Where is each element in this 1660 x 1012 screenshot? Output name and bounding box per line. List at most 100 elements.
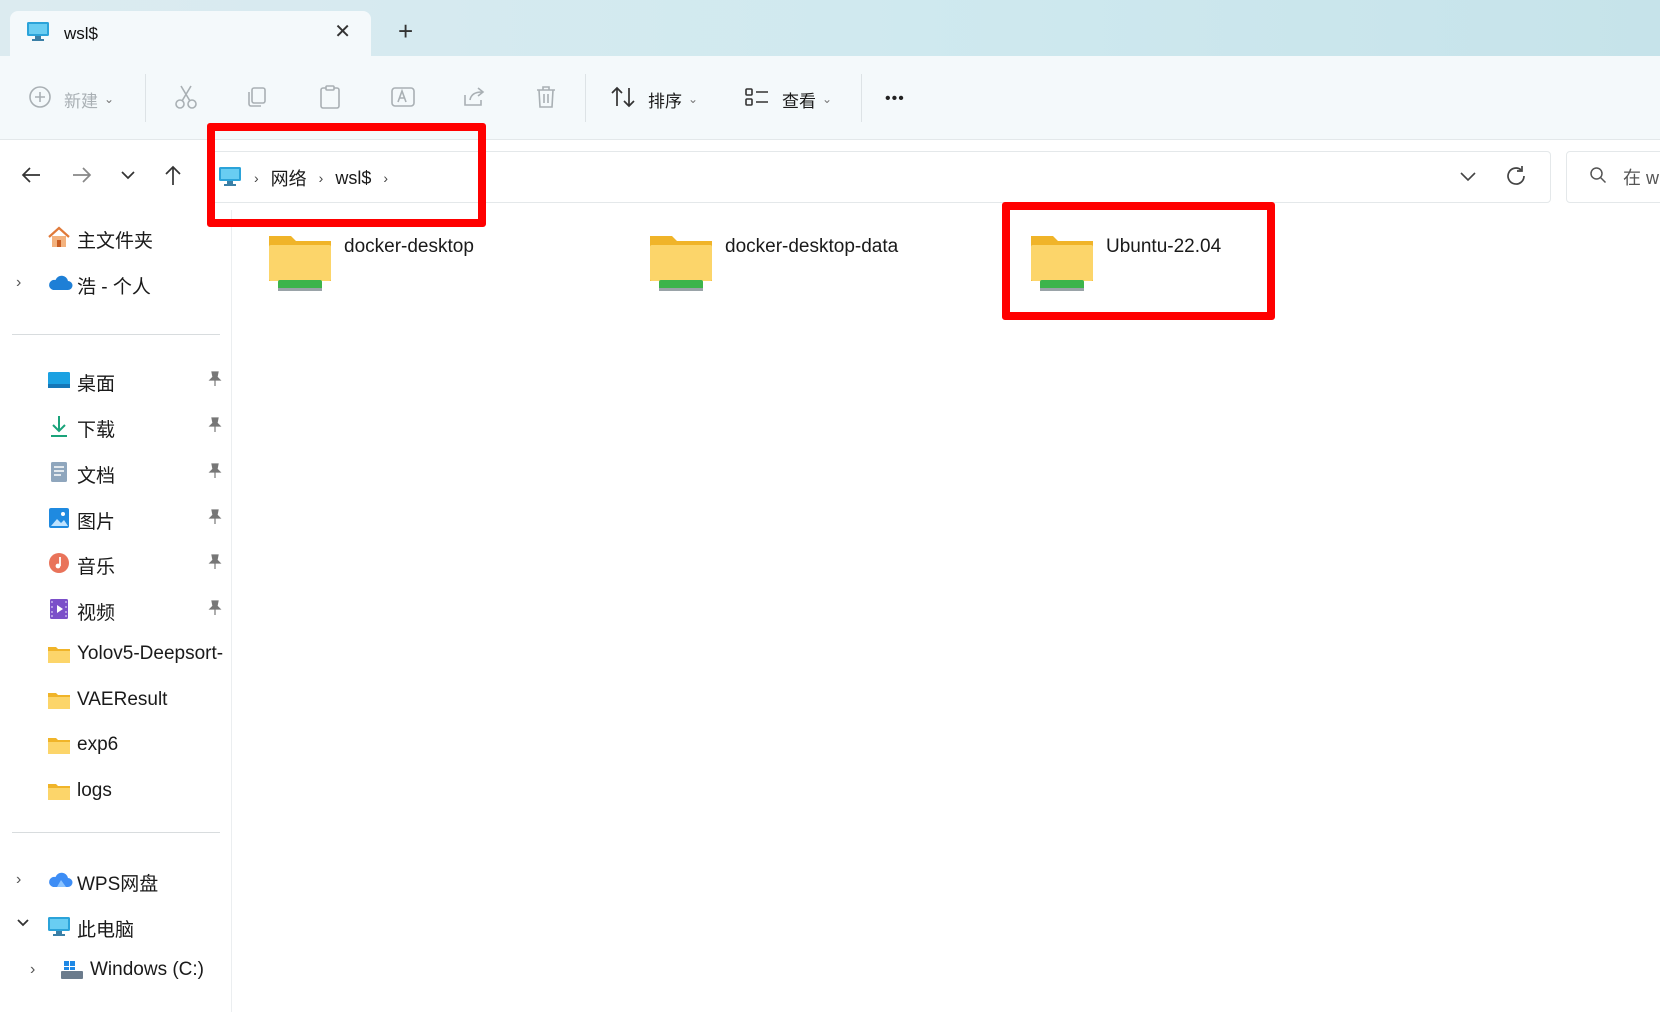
sort-button[interactable]: 排序 ⌄ bbox=[610, 84, 698, 114]
pin-icon[interactable] bbox=[208, 554, 222, 575]
address-dropdown-button[interactable] bbox=[1458, 166, 1478, 191]
search-placeholder: 在 w bbox=[1623, 168, 1659, 188]
folder-icon bbox=[47, 643, 71, 665]
new-label: 新建 bbox=[64, 91, 98, 111]
video-icon bbox=[47, 598, 71, 620]
new-button[interactable]: 新建 ⌄ bbox=[28, 84, 114, 114]
breadcrumb: › 网络 › wsl$ › bbox=[218, 152, 400, 204]
chevron-down-icon[interactable] bbox=[16, 915, 30, 933]
sidebar-item-label: 音乐 bbox=[77, 557, 116, 578]
chevron-right-icon[interactable]: › bbox=[16, 274, 21, 292]
delete-button[interactable] bbox=[534, 84, 558, 114]
folder-icon bbox=[47, 780, 71, 802]
chevron-right-icon[interactable]: › bbox=[16, 871, 21, 889]
sidebar-item-folder-exp6[interactable]: exp6 bbox=[0, 727, 232, 763]
cloud-icon bbox=[47, 869, 73, 891]
tab-wsl[interactable]: wsl$ ✕ bbox=[10, 11, 371, 56]
sidebar-item-documents[interactable]: 文档 bbox=[0, 454, 232, 490]
sidebar-item-desktop[interactable]: 桌面 bbox=[0, 362, 232, 398]
view-icon bbox=[744, 85, 770, 114]
breadcrumb-separator[interactable]: › bbox=[319, 170, 324, 186]
pin-icon[interactable] bbox=[208, 463, 222, 484]
network-folder-icon bbox=[1030, 232, 1094, 299]
new-tab-button[interactable]: + bbox=[398, 18, 413, 44]
folder-name: docker-desktop bbox=[344, 236, 474, 257]
scissors-icon bbox=[174, 84, 198, 115]
pin-icon[interactable] bbox=[208, 600, 222, 621]
sidebar-item-music[interactable]: 音乐 bbox=[0, 545, 232, 581]
address-bar[interactable]: › 网络 › wsl$ › bbox=[207, 151, 1551, 203]
sidebar-item-videos[interactable]: 视频 bbox=[0, 591, 232, 627]
cloud-icon bbox=[47, 272, 73, 294]
copy-button[interactable] bbox=[245, 84, 269, 114]
refresh-icon bbox=[1507, 166, 1525, 185]
sidebar-item-label: 浩 - 个人 bbox=[77, 277, 151, 298]
network-folder-icon bbox=[268, 232, 332, 299]
folder-icon bbox=[47, 689, 71, 711]
folder-name: docker-desktop-data bbox=[725, 236, 899, 257]
sidebar-item-pictures[interactable]: 图片 bbox=[0, 500, 232, 536]
document-icon bbox=[47, 461, 71, 483]
sidebar-item-label: 主文件夹 bbox=[77, 231, 154, 252]
folder-icon bbox=[47, 734, 71, 756]
sidebar-item-label: Windows (C:) bbox=[90, 959, 205, 980]
close-tab-icon[interactable]: ✕ bbox=[334, 22, 351, 42]
arrow-left-icon bbox=[21, 167, 40, 183]
computer-icon bbox=[26, 20, 50, 47]
rename-button[interactable] bbox=[390, 84, 416, 114]
sidebar-item-home[interactable]: 主文件夹 bbox=[0, 219, 232, 255]
chevron-down-icon bbox=[121, 171, 135, 180]
chevron-down-icon: ⌄ bbox=[688, 92, 699, 106]
breadcrumb-separator[interactable]: › bbox=[254, 170, 259, 186]
sidebar-item-wps[interactable]: › WPS网盘 bbox=[0, 862, 232, 898]
recent-locations-button[interactable] bbox=[113, 160, 143, 190]
sidebar-item-folder-vaeresult[interactable]: VAEResult bbox=[0, 682, 232, 718]
chevron-down-icon: ⌄ bbox=[822, 92, 833, 106]
sidebar-item-folder-yolov5[interactable]: Yolov5-Deepsort- bbox=[0, 636, 232, 672]
sidebar-item-this-pc[interactable]: 此电脑 bbox=[0, 908, 232, 944]
search-box[interactable]: 在 w bbox=[1566, 151, 1660, 203]
clipboard-icon bbox=[318, 84, 342, 115]
arrow-right-icon bbox=[73, 167, 92, 183]
sidebar-item-onedrive[interactable]: › 浩 - 个人 bbox=[0, 265, 232, 301]
pin-icon[interactable] bbox=[208, 509, 222, 530]
back-button[interactable] bbox=[16, 160, 46, 190]
network-folder-icon bbox=[649, 232, 713, 299]
sidebar-item-downloads[interactable]: 下载 bbox=[0, 408, 232, 444]
sidebar-item-folder-logs[interactable]: logs bbox=[0, 773, 232, 809]
navigation-pane: 主文件夹 › 浩 - 个人 桌面 下载 文档 图片 音乐 视频 Yolov5-D… bbox=[0, 210, 232, 1012]
sidebar-item-label: logs bbox=[77, 780, 112, 801]
music-icon bbox=[47, 552, 71, 574]
view-button[interactable]: 查看 ⌄ bbox=[744, 84, 832, 114]
plus-circle-icon bbox=[28, 85, 52, 114]
sidebar-item-label: 桌面 bbox=[77, 374, 116, 395]
sidebar-item-label: 文档 bbox=[77, 466, 116, 487]
breadcrumb-separator[interactable]: › bbox=[383, 170, 388, 186]
cut-button[interactable] bbox=[174, 84, 198, 114]
chevron-right-icon[interactable]: › bbox=[30, 961, 35, 979]
paste-button[interactable] bbox=[318, 84, 342, 114]
refresh-button[interactable] bbox=[1504, 164, 1528, 193]
pin-icon[interactable] bbox=[208, 417, 222, 438]
command-bar: 新建 ⌄ 排序 ⌄ 查看 ⌄ ••• bbox=[0, 56, 1660, 140]
search-icon bbox=[1589, 166, 1607, 189]
forward-button[interactable] bbox=[67, 160, 97, 190]
view-label: 查看 bbox=[782, 91, 816, 111]
arrow-up-icon bbox=[165, 165, 181, 185]
breadcrumb-network[interactable]: 网络 bbox=[271, 165, 307, 191]
sidebar-item-label: exp6 bbox=[77, 734, 119, 755]
trash-icon bbox=[534, 84, 558, 115]
sidebar-item-label: 视频 bbox=[77, 603, 116, 624]
chevron-down-icon: ⌄ bbox=[104, 92, 115, 106]
title-bar: wsl$ ✕ + bbox=[0, 0, 1660, 56]
pin-icon[interactable] bbox=[208, 371, 222, 392]
up-button[interactable] bbox=[158, 160, 188, 190]
chevron-down-icon bbox=[1460, 172, 1476, 182]
sidebar-item-drive-c[interactable]: › Windows (C:) bbox=[0, 952, 232, 988]
more-options-button[interactable]: ••• bbox=[885, 84, 905, 114]
breadcrumb-wsl[interactable]: wsl$ bbox=[335, 168, 371, 189]
rename-icon bbox=[390, 85, 416, 114]
computer-icon bbox=[218, 165, 242, 192]
sidebar-item-label: 图片 bbox=[77, 512, 116, 533]
share-button[interactable] bbox=[462, 84, 488, 114]
